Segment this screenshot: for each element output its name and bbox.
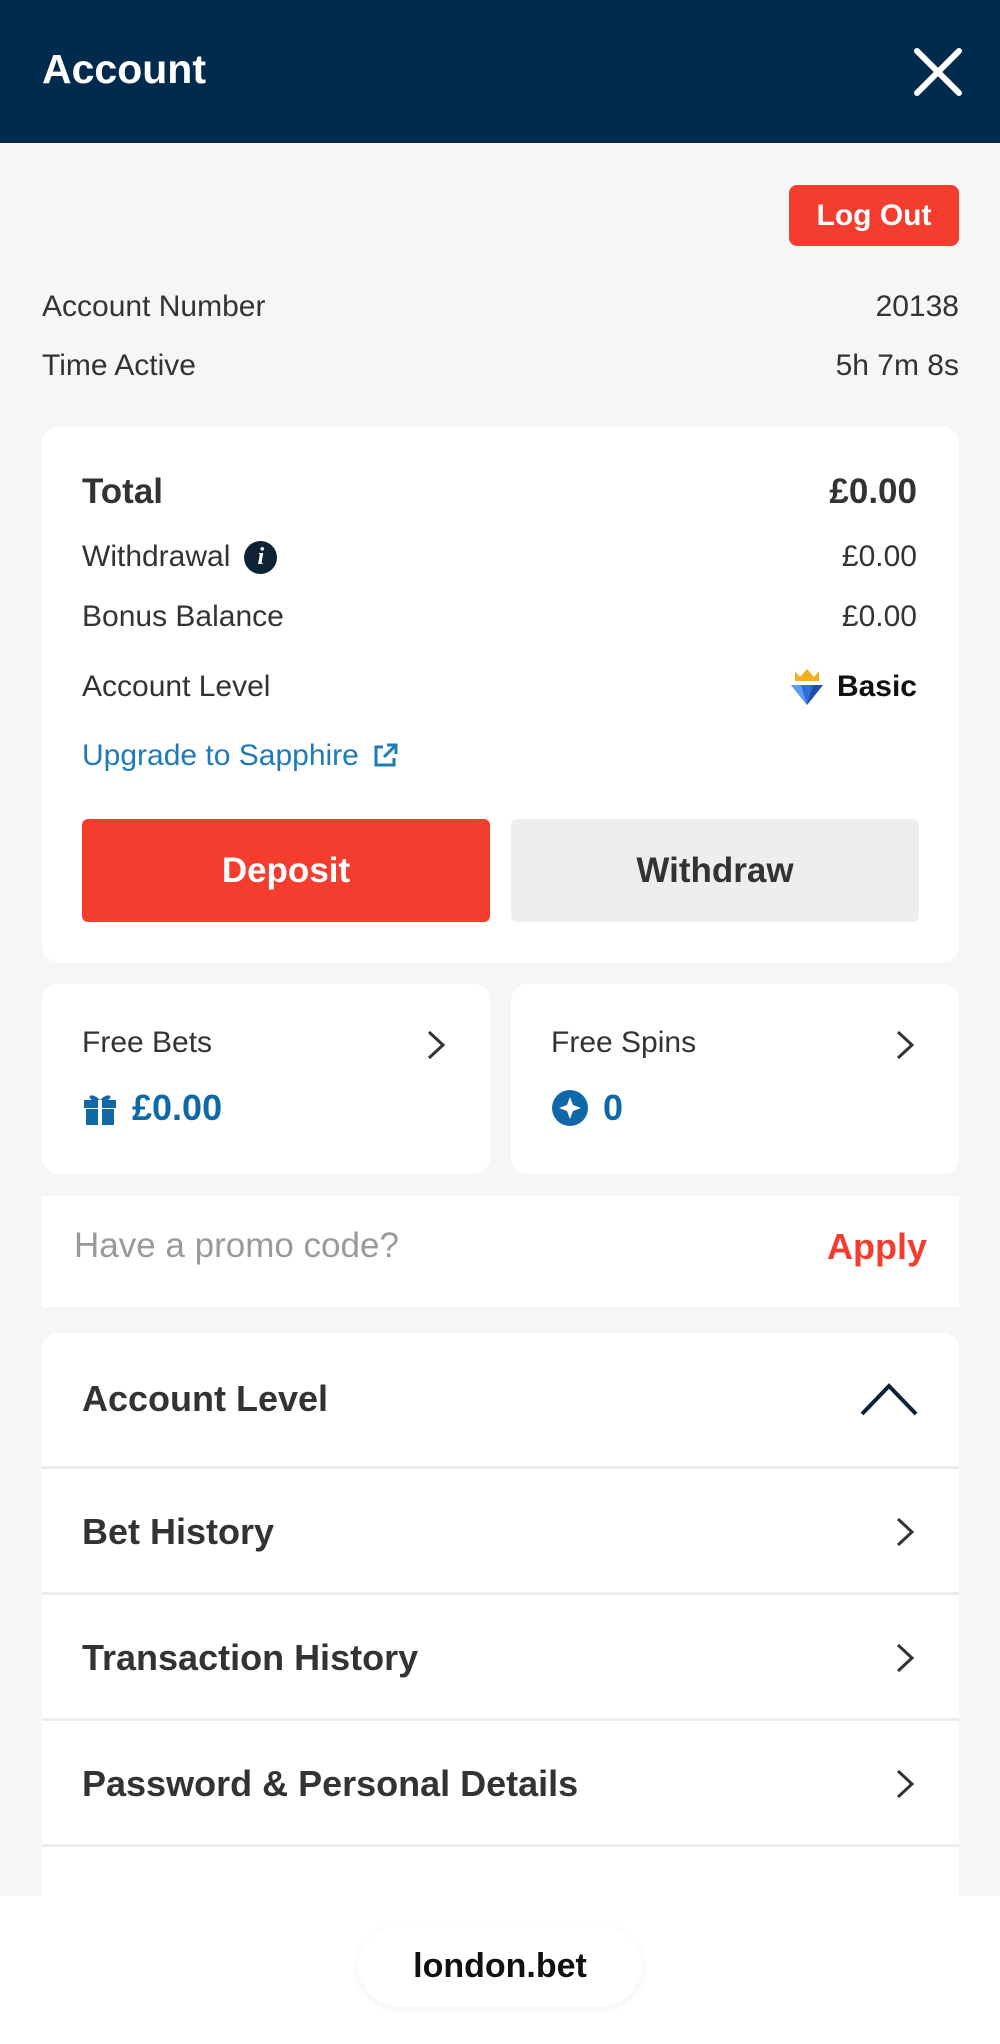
chevron-right-icon xyxy=(896,1643,915,1673)
free-spins-value-row: 0 xyxy=(551,1087,623,1129)
gift-icon xyxy=(84,1095,116,1125)
free-spins-value: 0 xyxy=(603,1087,624,1128)
diamond-crown-icon xyxy=(790,669,823,705)
free-bets-card[interactable]: Free Bets £0.00 xyxy=(42,984,490,1174)
time-active-value: 5h 7m 8s xyxy=(835,349,959,382)
external-link-icon xyxy=(374,743,398,767)
balance-card: Total £0.00 Withdrawal i £0.00 Bonus Bal… xyxy=(42,427,959,962)
account-number-row: Account Number 20138 xyxy=(42,290,959,324)
withdrawal-label: Withdrawal xyxy=(82,540,231,573)
deposit-button[interactable]: Deposit xyxy=(82,819,490,922)
app-header: Account xyxy=(0,0,1000,143)
bonus-balance-row: Bonus Balance £0.00 xyxy=(82,600,917,634)
page-title: Account xyxy=(42,46,206,92)
withdrawal-value: £0.00 xyxy=(841,540,917,573)
free-bets-value-row: £0.00 xyxy=(82,1087,222,1129)
time-active-row: Time Active 5h 7m 8s xyxy=(42,349,959,383)
menu-item-transaction-history[interactable]: Transaction History xyxy=(42,1595,959,1721)
account-level-value: Basic xyxy=(836,670,917,703)
time-active-label: Time Active xyxy=(42,349,196,382)
bonus-balance-value: £0.00 xyxy=(841,600,917,633)
chevron-right-icon xyxy=(896,1030,915,1060)
menu-item-password-personal-details[interactable]: Password & Personal Details xyxy=(42,1721,959,1847)
promo-code-bar: Apply xyxy=(42,1196,959,1307)
withdrawal-row: Withdrawal i £0.00 xyxy=(82,540,917,574)
account-number-label: Account Number xyxy=(42,290,266,323)
total-label: Total xyxy=(82,472,164,511)
spin-star-icon xyxy=(552,1090,588,1126)
logout-button[interactable]: Log Out xyxy=(789,185,959,246)
account-number-value: 20138 xyxy=(875,290,959,323)
free-spins-card[interactable]: Free Spins 0 xyxy=(511,984,959,1174)
free-bets-label: Free Bets xyxy=(82,1026,213,1059)
promo-code-input[interactable] xyxy=(74,1226,774,1266)
chevron-right-icon xyxy=(427,1030,446,1060)
free-spins-label: Free Spins xyxy=(551,1026,697,1059)
menu-item-label: Transaction History xyxy=(82,1637,419,1678)
upgrade-link-label: Upgrade to Sapphire xyxy=(82,739,359,772)
total-row: Total £0.00 xyxy=(82,472,917,512)
account-level-label: Account Level xyxy=(82,670,271,703)
chevron-right-icon xyxy=(896,1769,915,1799)
browser-bottom-bar: london.bet xyxy=(0,1896,1000,2044)
menu-item-label: Bet History xyxy=(82,1511,275,1552)
menu-item-bet-history[interactable]: Bet History xyxy=(42,1469,959,1595)
chevron-right-icon xyxy=(896,1517,915,1547)
menu-item-account-level[interactable]: Account Level xyxy=(42,1333,959,1469)
menu-item-label: Password & Personal Details xyxy=(82,1763,579,1804)
free-bets-value: £0.00 xyxy=(132,1087,223,1128)
account-level-row: Account Level Basic xyxy=(82,667,917,707)
chevron-up-icon xyxy=(860,1383,918,1416)
url-bar[interactable]: london.bet xyxy=(358,1926,642,2006)
total-value: £0.00 xyxy=(829,472,917,511)
close-icon[interactable] xyxy=(912,46,964,98)
upgrade-link[interactable]: Upgrade to Sapphire xyxy=(82,739,399,773)
apply-button[interactable]: Apply xyxy=(827,1226,927,1268)
info-icon[interactable]: i xyxy=(244,540,278,574)
account-menu: Account Level Bet History Transaction Hi… xyxy=(42,1333,959,1896)
withdraw-button[interactable]: Withdraw xyxy=(511,819,919,922)
bonus-balance-label: Bonus Balance xyxy=(82,600,284,633)
menu-item-label: Account Level xyxy=(82,1378,329,1419)
